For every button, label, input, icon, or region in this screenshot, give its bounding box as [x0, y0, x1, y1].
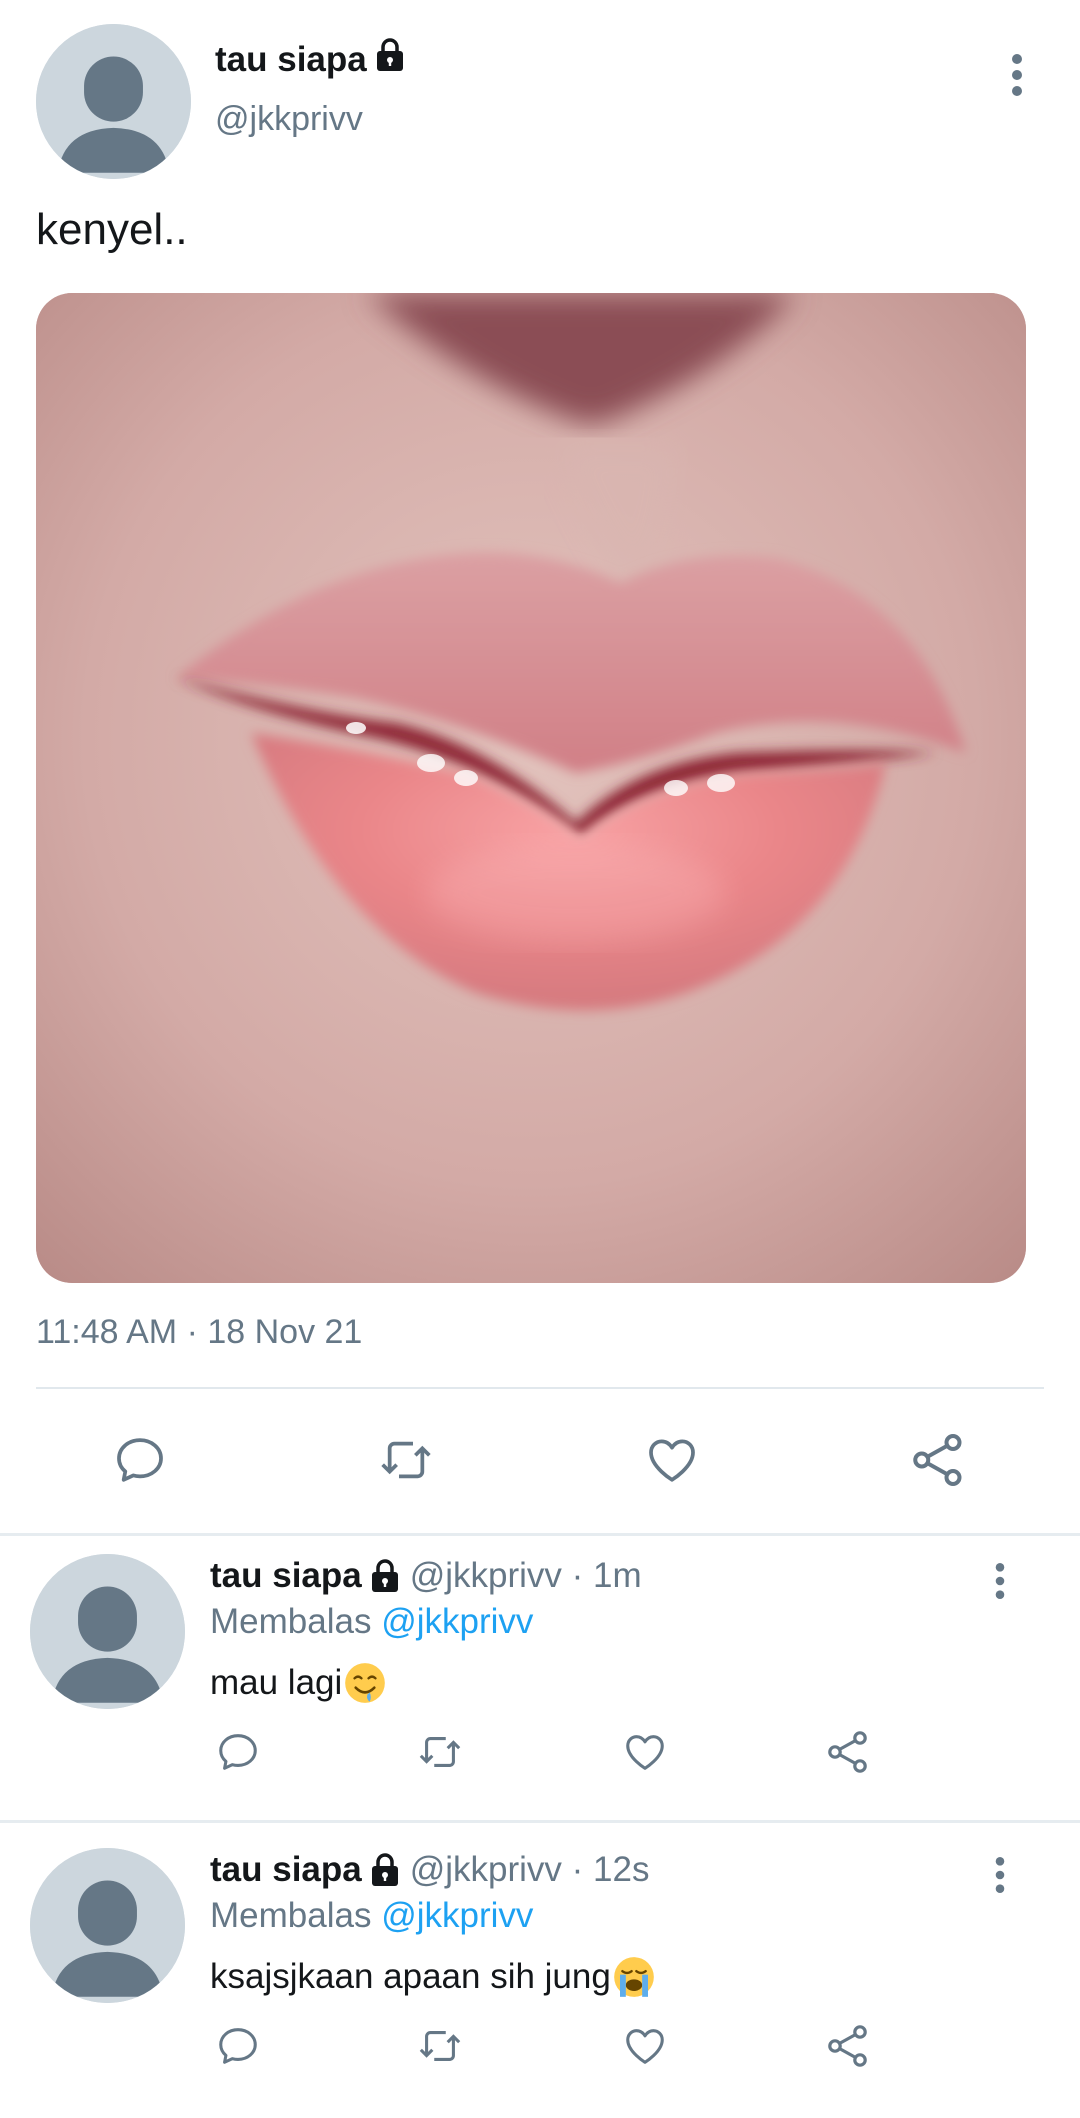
lock-icon — [370, 1559, 400, 1593]
default-avatar-icon — [30, 1848, 185, 2003]
more-options-button[interactable] — [1002, 48, 1032, 102]
like-icon — [626, 2029, 664, 2064]
reply-text-content: ksajsjkaan apaan sih jung — [210, 1957, 611, 1996]
tweet-action-bar — [0, 1420, 1080, 1510]
tweet-text: kenyel.. — [36, 205, 188, 254]
retweet-button[interactable] — [370, 1424, 442, 1496]
reply-icon — [117, 1438, 163, 1482]
drooling-face-emoji — [345, 1663, 386, 1703]
like-button[interactable] — [636, 1424, 708, 1496]
more-vertical-icon — [995, 1857, 1005, 1893]
author-display-name[interactable]: tau siapa — [210, 1556, 362, 1596]
share-icon — [828, 1731, 867, 1773]
reply-header: tau siapa @jkkprivv · 1m — [210, 1556, 642, 1596]
lock-icon — [375, 38, 405, 81]
reply-tweet[interactable]: tau siapa @jkkprivv · 1m Membalas @jkkpr… — [0, 1536, 1080, 1816]
divider — [36, 1387, 1044, 1389]
more-vertical-icon — [995, 1563, 1005, 1599]
tweet-photo[interactable] — [36, 293, 1026, 1283]
reply-text-content: mau lagi — [210, 1663, 343, 1702]
loudly-crying-face-emoji — [613, 1957, 654, 1997]
more-vertical-icon — [1012, 54, 1022, 96]
share-button[interactable] — [820, 1724, 876, 1780]
author-name-row[interactable]: tau siapa — [215, 38, 405, 81]
reply-text: mau lagi — [210, 1662, 386, 1704]
reply-button[interactable] — [210, 1724, 266, 1780]
more-options-button[interactable] — [985, 1554, 1015, 1608]
retweet-button[interactable] — [412, 1724, 468, 1780]
like-icon — [649, 1439, 695, 1482]
lips-photo — [36, 293, 1026, 1283]
author-display-name[interactable]: tau siapa — [210, 1850, 362, 1890]
replying-label: Membalas — [210, 1896, 372, 1935]
share-button[interactable] — [902, 1424, 974, 1496]
tweet-timestamp: 11:48 AM · 18 Nov 21 — [36, 1313, 363, 1351]
share-button[interactable] — [820, 2018, 876, 2074]
author-handle[interactable]: @jkkprivv — [215, 100, 363, 139]
retweet-icon — [419, 2031, 461, 2061]
author-handle-time[interactable]: @jkkprivv · 12s — [410, 1850, 650, 1890]
mention-link[interactable]: @jkkprivv — [381, 1602, 533, 1641]
share-icon — [828, 2025, 867, 2067]
replying-label: Membalas — [210, 1602, 372, 1641]
mention-link[interactable]: @jkkprivv — [381, 1896, 533, 1935]
lock-icon — [370, 1853, 400, 1887]
default-avatar-icon — [30, 1554, 185, 1709]
replying-to: Membalas @jkkprivv — [210, 1602, 533, 1642]
reply-tweet[interactable]: tau siapa @jkkprivv · 12s Membalas @jkkp… — [0, 1830, 1080, 2118]
avatar[interactable] — [30, 1554, 185, 1709]
reply-button[interactable] — [210, 2018, 266, 2074]
avatar[interactable] — [36, 24, 191, 179]
like-icon — [626, 1735, 664, 1770]
more-options-button[interactable] — [985, 1848, 1015, 1902]
avatar[interactable] — [30, 1848, 185, 2003]
reply-icon — [219, 2028, 257, 2064]
reply-button[interactable] — [104, 1424, 176, 1496]
replying-to: Membalas @jkkprivv — [210, 1896, 533, 1936]
retweet-button[interactable] — [412, 2018, 468, 2074]
default-avatar-icon — [36, 24, 191, 179]
like-button[interactable] — [617, 2018, 673, 2074]
retweet-icon — [381, 1441, 431, 1479]
like-button[interactable] — [617, 1724, 673, 1780]
share-icon — [913, 1434, 962, 1486]
reply-text: ksajsjkaan apaan sih jung — [210, 1956, 655, 1998]
author-display-name[interactable]: tau siapa — [215, 40, 367, 80]
reply-icon — [219, 1734, 257, 1770]
author-handle-time[interactable]: @jkkprivv · 1m — [410, 1556, 642, 1596]
reply-header: tau siapa @jkkprivv · 12s — [210, 1850, 649, 1890]
retweet-icon — [419, 1737, 461, 1767]
separator — [0, 1820, 1080, 1823]
